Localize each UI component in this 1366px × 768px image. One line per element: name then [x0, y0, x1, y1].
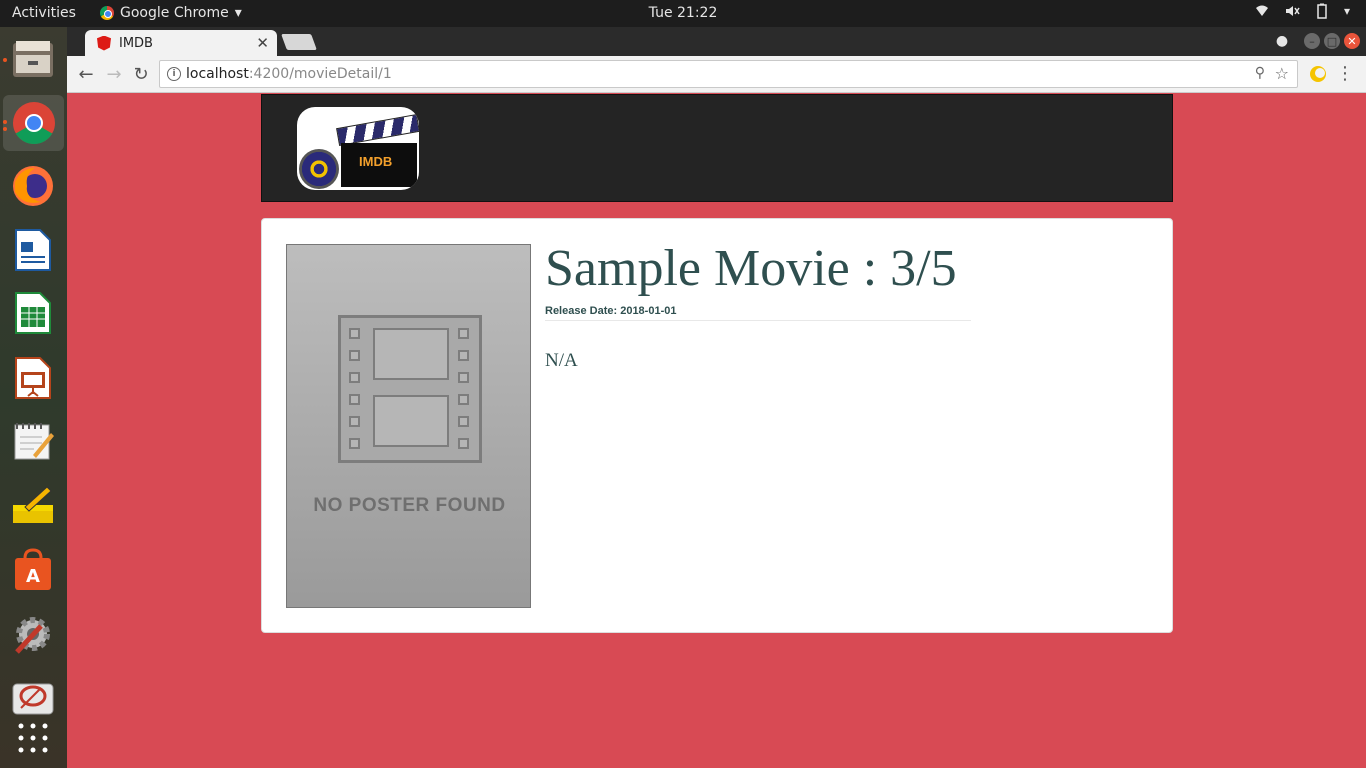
tab-strip: IMDB ✕ ● – □ ✕ — [67, 27, 1366, 56]
text-editor-icon — [14, 423, 54, 460]
film-reel-icon — [299, 149, 339, 189]
dock-firefox[interactable] — [10, 163, 56, 209]
dock-impress[interactable] — [10, 355, 56, 401]
dock-notes[interactable] — [10, 482, 56, 528]
calc-icon — [15, 292, 51, 334]
dock-settings[interactable] — [10, 611, 56, 657]
chrome-menu-icon[interactable]: ⋮ — [1336, 63, 1354, 84]
no-poster-label: NO POSTER FOUND — [313, 495, 506, 516]
imdb-logo[interactable]: IMDB — [297, 107, 419, 190]
firefox-icon — [13, 166, 53, 206]
system-top-bar: Activities Google Chrome ▾ Tue 21:22 ▾ — [0, 0, 1366, 27]
window-controls: ● – □ ✕ — [1274, 33, 1360, 49]
bookmark-star-icon[interactable]: ☆ — [1275, 64, 1289, 83]
tab-title: IMDB — [119, 35, 153, 51]
chevron-down-icon: ▾ — [234, 5, 242, 21]
back-arrow-icon[interactable]: ← — [75, 63, 97, 85]
forward-arrow-icon[interactable]: → — [103, 63, 125, 85]
url-path: :4200/movieDetail/1 — [248, 66, 392, 82]
new-tab-button[interactable] — [281, 34, 317, 50]
minimize-button[interactable]: – — [1304, 33, 1320, 49]
activities-button[interactable]: Activities — [12, 5, 76, 21]
site-header: IMDB — [261, 94, 1173, 202]
settings-icon — [15, 617, 50, 654]
app-menu-label: Google Chrome — [120, 5, 229, 21]
movie-title: Sample Movie : 3/5 — [545, 240, 957, 297]
dock-software-center[interactable]: A — [10, 547, 56, 593]
web-page: IMDB NO POSTER FOUND Sample Movie: 3/5 … — [67, 93, 1366, 768]
info-icon[interactable]: i — [167, 67, 181, 81]
chrome-icon — [100, 6, 114, 20]
url-host: localhost — [186, 66, 249, 82]
writer-icon — [15, 229, 51, 271]
movie-plot: N/A — [545, 350, 578, 371]
system-tray[interactable]: ▾ — [1254, 3, 1350, 19]
battery-icon[interactable] — [1314, 3, 1330, 19]
profile-icon[interactable]: ● — [1274, 33, 1290, 49]
close-tab-icon[interactable]: ✕ — [256, 34, 269, 52]
impress-icon — [15, 357, 51, 399]
software-center-icon: A — [15, 548, 51, 590]
movie-poster: NO POSTER FOUND — [286, 244, 531, 608]
system-menu-arrow-icon[interactable]: ▾ — [1344, 4, 1350, 18]
dock-files[interactable] — [10, 35, 56, 81]
dock: A — [0, 27, 67, 768]
wifi-icon[interactable] — [1254, 3, 1270, 19]
movie-detail-card: NO POSTER FOUND Sample Movie : 3/5 Relea… — [261, 218, 1173, 633]
logo-text: IMDB — [359, 154, 393, 169]
show-apps-icon — [18, 723, 48, 753]
files-icon — [13, 41, 53, 77]
svg-text:A: A — [26, 566, 40, 587]
film-strip-icon — [338, 315, 482, 463]
app-menu[interactable]: Google Chrome ▾ — [100, 5, 242, 21]
extension-moon-icon[interactable] — [1310, 66, 1326, 82]
dock-show-apps[interactable] — [10, 715, 56, 761]
dock-text-editor[interactable] — [10, 418, 56, 464]
close-window-button[interactable]: ✕ — [1344, 33, 1360, 49]
angular-favicon-icon — [97, 35, 111, 51]
clock[interactable]: Tue 21:22 — [649, 5, 718, 21]
chrome-icon — [12, 102, 55, 145]
search-icon[interactable]: ⚲ — [1255, 65, 1265, 81]
release-date: Release Date: 2018-01-01 — [545, 305, 971, 321]
disc-icon — [12, 683, 54, 715]
notes-icon — [13, 486, 53, 523]
dock-calc[interactable] — [10, 290, 56, 336]
reload-icon[interactable]: ↻ — [130, 63, 152, 85]
browser-window: IMDB ✕ ● – □ ✕ ← → ↻ i localhost:4200/mo… — [67, 27, 1366, 768]
volume-muted-icon[interactable] — [1284, 3, 1300, 19]
dock-chrome[interactable] — [3, 95, 64, 151]
dock-writer[interactable] — [10, 227, 56, 273]
browser-toolbar: ← → ↻ i localhost:4200/movieDetail/1 ⚲ ☆… — [67, 56, 1366, 93]
maximize-button[interactable]: □ — [1324, 33, 1340, 49]
tab-imdb[interactable]: IMDB ✕ — [85, 30, 277, 56]
clapperboard-icon — [336, 114, 419, 146]
address-bar[interactable]: i localhost:4200/movieDetail/1 ⚲ ☆ — [159, 60, 1298, 88]
